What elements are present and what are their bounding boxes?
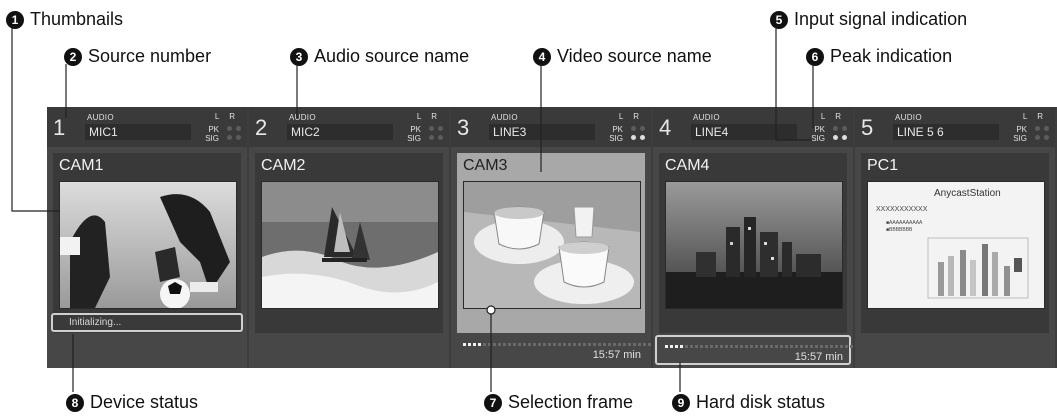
callout-leaders: [11, 26, 814, 392]
